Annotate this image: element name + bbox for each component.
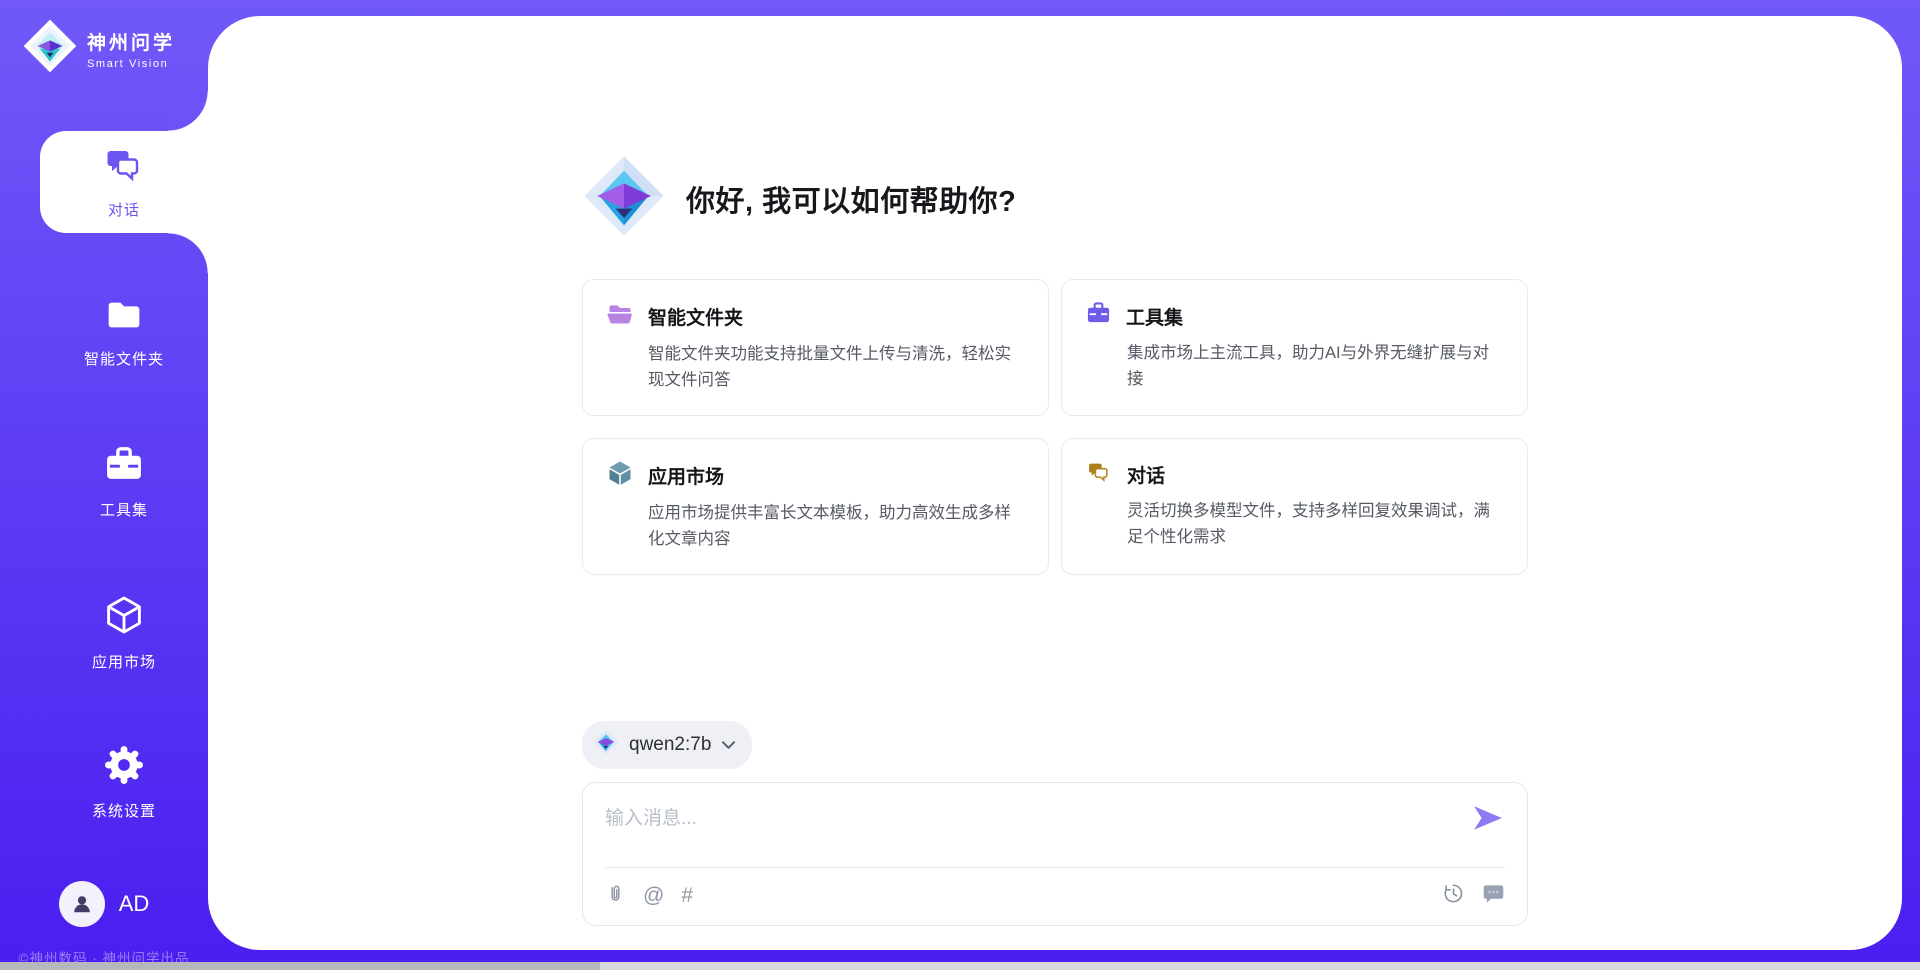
diamond-logo-icon bbox=[582, 154, 666, 243]
card-app-market[interactable]: 应用市场 应用市场提供丰富长文本模板，助力高效生成多样化文章内容 bbox=[582, 438, 1049, 575]
card-smart-folder[interactable]: 智能文件夹 智能文件夹功能支持批量文件上传与清洗，轻松实现文件问答 bbox=[582, 279, 1049, 416]
message-input-box: @ # bbox=[582, 782, 1528, 926]
divider bbox=[605, 867, 1505, 868]
send-button[interactable] bbox=[1471, 803, 1505, 836]
comment-button[interactable] bbox=[1482, 882, 1505, 911]
sidebar-nav: 对话 智能文件夹 工具集 bbox=[0, 131, 208, 881]
send-arrow-icon bbox=[1473, 805, 1503, 834]
feature-cards: 智能文件夹 智能文件夹功能支持批量文件上传与清洗，轻松实现文件问答 工具集 集成… bbox=[582, 279, 1528, 575]
card-chat[interactable]: 对话 灵活切换多模型文件，支持多样回复效果调试，满足个性化需求 bbox=[1061, 438, 1528, 575]
card-description: 应用市场提供丰富长文本模板，助力高效生成多样化文章内容 bbox=[648, 501, 1024, 552]
chat-bubbles-icon bbox=[102, 145, 146, 190]
user-initials: AD bbox=[119, 891, 150, 917]
brand-name: 神州问学 bbox=[87, 28, 175, 55]
diamond-logo-icon bbox=[593, 729, 619, 761]
scrollbar-thumb[interactable] bbox=[0, 962, 600, 970]
history-button[interactable] bbox=[1442, 882, 1465, 911]
briefcase-icon bbox=[1086, 301, 1111, 331]
card-title: 应用市场 bbox=[648, 462, 724, 489]
greeting-text: 你好, 我可以如何帮助你? bbox=[686, 178, 1016, 220]
main-panel: 你好, 我可以如何帮助你? 智能文件夹 智能文件夹功能支持批量文件上传与清洗，轻… bbox=[208, 16, 1902, 950]
user-account[interactable]: AD bbox=[0, 881, 208, 927]
sidebar-item-chat[interactable]: 对话 bbox=[40, 131, 208, 233]
folder-icon bbox=[103, 296, 145, 339]
sidebar-item-label: 智能文件夹 bbox=[84, 348, 164, 369]
composer: qwen2:7b bbox=[582, 721, 1528, 926]
sidebar-footer: AD ©神州数码 · 神州问学出品 bbox=[0, 881, 208, 970]
horizontal-scrollbar[interactable] bbox=[0, 962, 1920, 970]
sidebar-item-label: 工具集 bbox=[100, 499, 148, 520]
sidebar-item-app-market[interactable]: 应用市场 bbox=[40, 581, 208, 683]
hash-icon: # bbox=[681, 884, 693, 908]
cube-blocks-icon bbox=[607, 460, 633, 491]
card-description: 集成市场上主流工具，助力AI与外界无缝扩展与对接 bbox=[1127, 341, 1503, 392]
diamond-logo-icon bbox=[22, 18, 78, 79]
topic-button[interactable]: # bbox=[681, 884, 693, 908]
folder-open-icon bbox=[607, 301, 633, 332]
card-description: 智能文件夹功能支持批量文件上传与清洗，轻松实现文件问答 bbox=[648, 342, 1024, 393]
brand-subtitle: Smart Vision bbox=[87, 58, 175, 70]
chat-bubbles-icon bbox=[1086, 460, 1112, 489]
greeting: 你好, 我可以如何帮助你? bbox=[582, 154, 1528, 243]
sidebar-item-label: 系统设置 bbox=[92, 800, 156, 821]
comment-icon bbox=[1482, 882, 1505, 911]
paperclip-icon bbox=[605, 882, 626, 911]
card-title: 智能文件夹 bbox=[648, 303, 743, 330]
history-icon bbox=[1442, 882, 1465, 911]
card-title: 对话 bbox=[1127, 461, 1165, 488]
at-icon: @ bbox=[643, 884, 664, 908]
message-input[interactable] bbox=[605, 808, 1471, 830]
gear-icon bbox=[103, 744, 145, 791]
brand: 神州问学 Smart Vision bbox=[0, 0, 208, 79]
sidebar-item-toolkit[interactable]: 工具集 bbox=[40, 431, 208, 533]
cube-icon bbox=[102, 593, 146, 642]
chevron-down-icon bbox=[721, 734, 736, 756]
card-title: 工具集 bbox=[1126, 303, 1183, 330]
attach-file-button[interactable] bbox=[605, 882, 626, 911]
sidebar-item-smart-folder[interactable]: 智能文件夹 bbox=[40, 281, 208, 383]
card-description: 灵活切换多模型文件，支持多样回复效果调试，满足个性化需求 bbox=[1127, 499, 1503, 550]
sidebar-item-label: 应用市场 bbox=[92, 651, 156, 672]
model-selector[interactable]: qwen2:7b bbox=[582, 721, 752, 769]
avatar bbox=[59, 881, 105, 927]
sidebar: 神州问学 Smart Vision 对话 智能文件夹 bbox=[0, 0, 208, 970]
sidebar-item-settings[interactable]: 系统设置 bbox=[40, 731, 208, 833]
sidebar-item-label: 对话 bbox=[108, 199, 140, 220]
card-toolkit[interactable]: 工具集 集成市场上主流工具，助力AI与外界无缝扩展与对接 bbox=[1061, 279, 1528, 416]
model-name: qwen2:7b bbox=[629, 734, 711, 756]
mention-button[interactable]: @ bbox=[643, 884, 664, 908]
briefcase-icon bbox=[103, 445, 145, 490]
